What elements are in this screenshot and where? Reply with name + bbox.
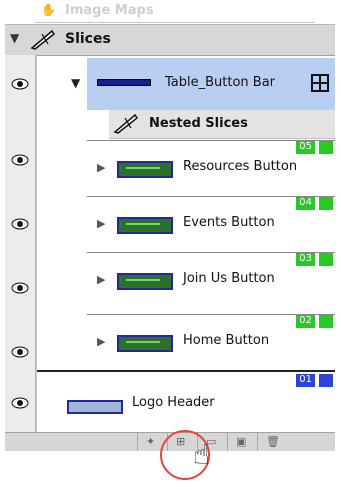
eye-icon[interactable] <box>10 216 30 232</box>
slice-label: Resources Button <box>183 159 298 174</box>
slices-group-header[interactable]: ▼ Slices <box>5 24 335 56</box>
slice-thumbnail <box>117 273 173 290</box>
collapse-triangle-icon[interactable]: ▶ <box>97 217 105 230</box>
slice-knife-icon <box>113 112 139 138</box>
trash-icon: 🗑 <box>266 435 280 448</box>
eye-icon[interactable] <box>10 152 30 168</box>
image-slice-icon <box>319 374 333 387</box>
tab-title: Image Maps <box>65 3 154 18</box>
slice-type-icon <box>319 197 333 210</box>
logo-label: Logo Header <box>132 395 215 410</box>
logo-thumbnail <box>67 400 123 414</box>
expand-triangle-icon[interactable]: ▼ <box>71 76 80 90</box>
slice-thumbnail <box>117 217 173 234</box>
slice-type-icon <box>319 253 333 266</box>
bar-thumbnail <box>97 79 151 86</box>
slice-number-badge: 01 <box>296 374 315 387</box>
slice-type-icon <box>319 315 333 328</box>
eye-icon[interactable] <box>10 76 30 92</box>
slice-type-icon <box>319 141 333 154</box>
delete-button[interactable]: 🗑 <box>257 433 284 451</box>
eye-icon[interactable] <box>10 280 30 296</box>
sparkle-icon: ✦ <box>146 435 156 448</box>
slice-row[interactable]: 05 ▶ Resources Button <box>87 140 335 191</box>
slice-thumbnail <box>117 161 173 178</box>
expand-triangle-icon[interactable]: ▼ <box>10 31 19 45</box>
hand-cursor-icon: ☝ <box>193 438 211 471</box>
logo-header-row[interactable]: 01 Logo Header <box>37 370 335 436</box>
collapse-triangle-icon[interactable]: ▶ <box>97 273 105 286</box>
table-button-bar-row[interactable]: ▼ Table_Button Bar <box>71 58 335 110</box>
eye-icon[interactable] <box>10 344 30 360</box>
slice-label: Home Button <box>183 333 270 348</box>
visibility-column <box>5 55 36 435</box>
hand-icon: ✋ <box>41 3 56 17</box>
layers-panel: ✋ Image Maps ▼ Slices ▼ Table_Button Bar <box>5 0 335 480</box>
slice-knife-icon <box>30 28 56 54</box>
page-icon: ▣ <box>236 435 247 448</box>
group-label: Slices <box>65 31 111 47</box>
slice-number-badge: 04 <box>296 197 315 210</box>
slice-row[interactable]: 04 ▶ Events Button <box>87 196 335 247</box>
collapse-triangle-icon[interactable]: ▶ <box>97 335 105 348</box>
slice-row[interactable]: 03 ▶ Join Us Button <box>87 252 335 303</box>
table-bar-label: Table_Button Bar <box>165 75 276 90</box>
slice-number-badge: 05 <box>296 141 315 154</box>
slice-thumbnail <box>117 335 173 352</box>
slice-number-badge: 03 <box>296 253 315 266</box>
slice-row[interactable]: 02 ▶ Home Button <box>87 314 335 365</box>
slice-label: Events Button <box>183 215 275 230</box>
nested-label: Nested Slices <box>149 116 248 131</box>
nested-slices-header[interactable]: Nested Slices <box>109 110 335 139</box>
new-layer-button[interactable]: ▣ <box>227 433 254 451</box>
slice-number-badge: 02 <box>296 315 315 328</box>
collapse-triangle-icon[interactable]: ▶ <box>97 161 105 174</box>
image-maps-tab[interactable]: ✋ Image Maps <box>35 0 315 23</box>
slice-label: Join Us Button <box>183 271 275 286</box>
table-icon <box>311 74 329 92</box>
eye-icon[interactable] <box>10 395 30 411</box>
